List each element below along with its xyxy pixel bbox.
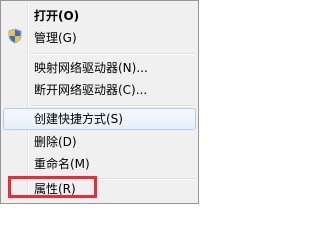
menu-item-rename[interactable]: 重命名(M) [3,153,196,175]
menu-item-label: 重命名(M) [34,157,90,171]
menu-item-label: 管理(G) [34,31,77,45]
menu-item-delete[interactable]: 删除(D) [3,131,196,153]
menu-item-label: 断开网络驱动器(C)... [34,83,148,97]
menu-item-map-network-drive[interactable]: 映射网络驱动器(N)... [3,57,196,79]
menu-item-label: 映射网络驱动器(N)... [34,61,148,75]
menu-item-label: 删除(D) [34,135,77,149]
menu-item-open[interactable]: 打开(O) [3,5,196,27]
menu-separator [31,53,195,55]
context-menu: 打开(O) 管理(G) 映射网络驱动器(N)... 断开网络驱动器(C)... … [0,0,199,204]
menu-item-label: 创建快捷方式(S) [34,112,123,126]
annotation-highlight-box [8,176,97,198]
menu-item-label: 打开(O) [34,9,80,23]
menu-item-disconnect-network-drive[interactable]: 断开网络驱动器(C)... [3,79,196,101]
menu-item-manage[interactable]: 管理(G) [3,27,196,49]
menu-item-create-shortcut[interactable]: 创建快捷方式(S) [3,108,196,130]
menu-separator [31,105,195,107]
